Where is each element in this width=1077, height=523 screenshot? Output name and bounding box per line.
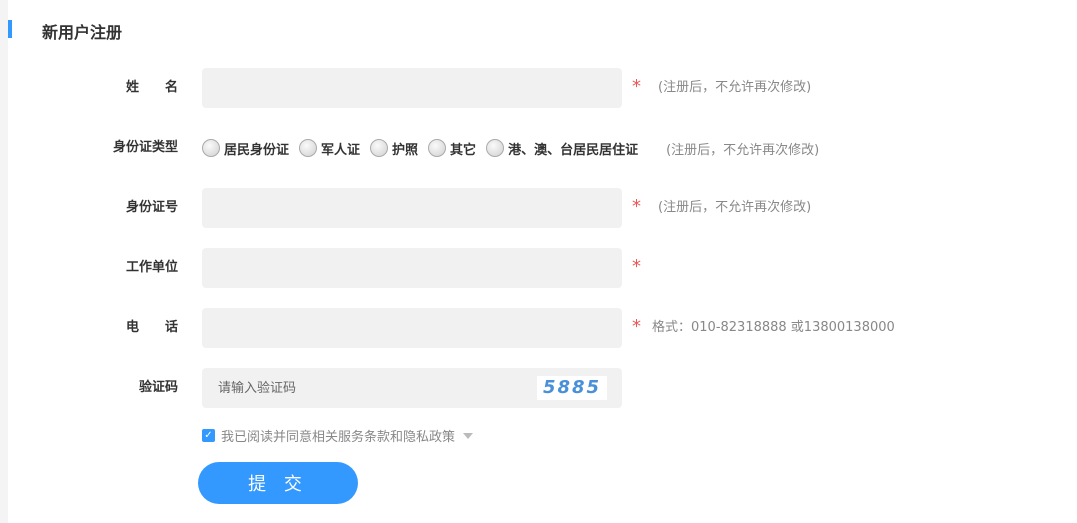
- radio-circle-icon: [299, 139, 318, 157]
- id-number-label: 身份证号: [125, 200, 178, 215]
- phone-hint: 格式：010-82318888 或13800138000: [652, 320, 895, 335]
- id-type-label: 身份证类型: [112, 140, 178, 155]
- checkbox-checked-icon[interactable]: ✓: [202, 429, 215, 442]
- name-input[interactable]: [202, 68, 622, 108]
- required-mark: *: [632, 256, 641, 277]
- required-mark: *: [632, 316, 641, 337]
- phone-input[interactable]: [202, 308, 622, 348]
- id-number-row: 身份证号 * (注册后，不允许再次修改): [0, 188, 1077, 228]
- phone-label: 电 话: [125, 320, 178, 335]
- id-number-input[interactable]: [202, 188, 622, 228]
- caret-down-icon[interactable]: [463, 432, 474, 439]
- phone-row: 电 话 * 格式：010-82318888 或13800138000: [0, 308, 1077, 348]
- name-label: 姓 名: [125, 80, 178, 95]
- work-unit-row: 工作单位 *: [0, 248, 1077, 288]
- id-type-radio-group: 居民身份证 军人证 护照 其它 港、澳、台居民居住证 (注册后，不允许再次修改): [202, 128, 819, 168]
- radio-label: 其它: [450, 142, 477, 158]
- id-type-row: 身份证类型 居民身份证 军人证 护照 其它 港、澳、台居民居住证 (注册后，不允…: [0, 128, 1077, 168]
- radio-passport[interactable]: 护照: [370, 139, 418, 158]
- radio-label: 居民身份证: [224, 142, 290, 158]
- radio-circle-icon: [202, 139, 220, 157]
- radio-other[interactable]: 其它: [428, 139, 476, 158]
- name-hint: (注册后，不允许再次修改): [658, 80, 812, 95]
- radio-label: 护照: [392, 142, 419, 158]
- agree-terms-label: 我已阅读并同意相关服务条款和隐私政策: [221, 430, 456, 445]
- page-title: 新用户注册: [42, 23, 123, 42]
- radio-hk-macao-taiwan[interactable]: 港、澳、台居民居住证: [486, 139, 638, 158]
- submit-button[interactable]: 提 交: [198, 462, 358, 504]
- radio-circle-icon: [486, 139, 505, 157]
- radio-label: 港、澳、台居民居住证: [508, 142, 639, 158]
- work-unit-input[interactable]: [202, 248, 622, 288]
- radio-circle-icon: [370, 139, 389, 157]
- required-mark: *: [632, 76, 641, 97]
- title-accent-bar: [8, 20, 12, 38]
- required-mark: *: [632, 196, 641, 217]
- id-number-hint: (注册后，不允许再次修改): [658, 200, 812, 215]
- radio-military-id[interactable]: 军人证: [299, 139, 360, 158]
- radio-resident-id[interactable]: 居民身份证: [202, 139, 289, 158]
- captcha-row: 验证码 5885: [0, 368, 1077, 408]
- agree-terms[interactable]: ✓ 我已阅读并同意相关服务条款和隐私政策: [202, 426, 474, 445]
- captcha-image[interactable]: 5885: [537, 376, 607, 400]
- radio-circle-icon: [428, 139, 447, 157]
- captcha-label: 验证码: [138, 380, 178, 395]
- work-unit-label: 工作单位: [125, 260, 178, 275]
- id-type-hint: (注册后，不允许再次修改): [666, 142, 820, 158]
- radio-label: 军人证: [321, 142, 361, 158]
- name-row: 姓 名 * (注册后，不允许再次修改): [0, 68, 1077, 108]
